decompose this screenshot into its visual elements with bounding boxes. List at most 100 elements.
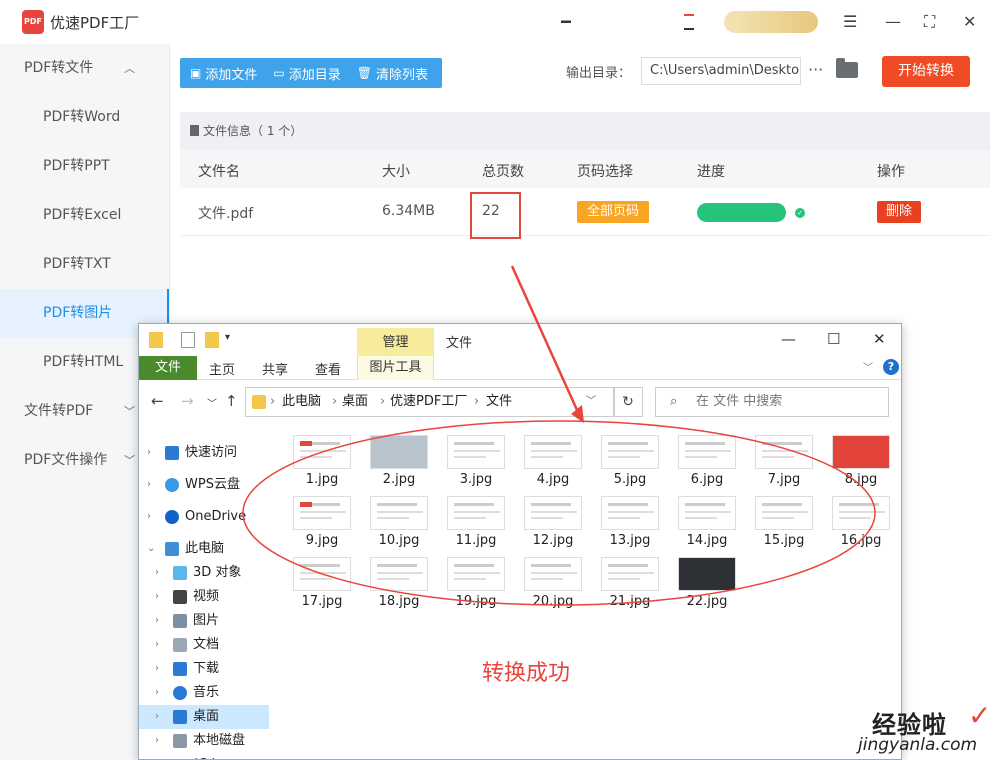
file-name-label[interactable]: 18.jpg [359, 594, 439, 609]
image-thumbnail[interactable] [370, 557, 428, 591]
image-thumbnail[interactable] [755, 496, 813, 530]
file-name-label[interactable]: 3.jpg [436, 472, 516, 487]
account-icon[interactable] [561, 14, 571, 30]
file-name-label[interactable]: 21.jpg [590, 594, 670, 609]
forward-arrow-icon[interactable]: → [181, 392, 194, 410]
start-convert-button[interactable]: 开始转换 [882, 56, 970, 87]
output-path-field[interactable]: C:\Users\admin\Deskto [641, 57, 801, 85]
nav-wps-cloud[interactable]: › WPS云盘 [139, 473, 269, 497]
file-name-label[interactable]: 2.jpg [359, 472, 439, 487]
file-name-label[interactable]: 12.jpg [513, 533, 593, 548]
image-thumbnail[interactable] [678, 557, 736, 591]
file-name-label[interactable]: 10.jpg [359, 533, 439, 548]
minimize-icon[interactable]: — [781, 330, 796, 348]
nav-videos[interactable]: › 视频 [139, 585, 269, 609]
image-thumbnail[interactable] [524, 435, 582, 469]
file-name-label[interactable]: 20.jpg [513, 594, 593, 609]
breadcrumb-file[interactable]: 文件 [486, 388, 512, 416]
add-file-button[interactable]: ▣ 添加文件 [190, 64, 257, 83]
file-name-label[interactable]: 11.jpg [436, 533, 516, 548]
sidebar-item-pdf-to-ppt[interactable]: PDF转PPT [0, 142, 169, 191]
image-thumbnail[interactable] [601, 435, 659, 469]
tab-picture-tools[interactable]: 图片工具 [357, 356, 434, 380]
nav-onedrive[interactable]: › OneDrive [139, 505, 269, 529]
image-thumbnail[interactable] [370, 435, 428, 469]
breadcrumb-this-pc[interactable]: 此电脑 [282, 388, 321, 416]
address-dropdown-icon[interactable]: ﹀ [586, 388, 596, 416]
image-thumbnail[interactable] [601, 557, 659, 591]
nav-documents[interactable]: › 文档 [139, 633, 269, 657]
file-name-label[interactable]: 16.jpg [821, 533, 901, 548]
delete-button[interactable]: 删除 [877, 201, 921, 223]
image-thumbnail[interactable] [447, 496, 505, 530]
image-thumbnail[interactable] [678, 435, 736, 469]
expand-ribbon-icon[interactable]: ﹀ [863, 359, 873, 374]
file-name-label[interactable]: 1.jpg [282, 472, 362, 487]
close-icon[interactable]: ✕ [963, 12, 976, 32]
image-thumbnail[interactable] [293, 557, 351, 591]
add-directory-button[interactable]: ▭ 添加目录 [273, 64, 340, 83]
maximize-icon[interactable]: ☐ [827, 330, 840, 348]
file-name-label[interactable]: 4.jpg [513, 472, 593, 487]
breadcrumb-desktop[interactable]: 桌面 [342, 388, 368, 416]
tab-manage[interactable]: 管理 [357, 328, 434, 356]
nav-music[interactable]: › 音乐 [139, 681, 269, 705]
file-name-label[interactable]: 22.jpg [667, 594, 747, 609]
nav-3d-objects[interactable]: › 3D 对象 [139, 561, 269, 585]
image-thumbnail[interactable] [832, 496, 890, 530]
file-name-label[interactable]: 7.jpg [744, 472, 824, 487]
menu-icon[interactable]: ☰ [843, 12, 857, 32]
tab-file[interactable]: 文件 [139, 356, 197, 380]
tab-share[interactable]: 共享 [262, 359, 288, 378]
more-options-icon[interactable]: ··· [808, 60, 823, 79]
nav-desktop[interactable]: › 桌面 [139, 705, 269, 729]
tab-home[interactable]: 主页 [209, 359, 235, 378]
file-name-label[interactable]: 15.jpg [744, 533, 824, 548]
image-thumbnail[interactable] [755, 435, 813, 469]
image-thumbnail[interactable] [524, 557, 582, 591]
file-name-label[interactable]: 8.jpg [821, 472, 901, 487]
file-name-label[interactable]: 9.jpg [282, 533, 362, 548]
image-thumbnail[interactable] [293, 496, 351, 530]
file-name-label[interactable]: 6.jpg [667, 472, 747, 487]
close-icon[interactable]: ✕ [873, 330, 886, 348]
minimize-icon[interactable]: — [885, 12, 901, 32]
image-thumbnail[interactable] [678, 496, 736, 530]
file-name-label[interactable]: 14.jpg [667, 533, 747, 548]
file-name-label[interactable]: 17.jpg [282, 594, 362, 609]
file-name-label[interactable]: 13.jpg [590, 533, 670, 548]
image-thumbnail[interactable] [832, 435, 890, 469]
back-arrow-icon[interactable]: ← [151, 392, 164, 410]
open-folder-icon[interactable] [836, 58, 858, 78]
up-arrow-icon[interactable]: ↑ [225, 392, 238, 410]
refresh-icon[interactable]: ↻ [613, 387, 643, 417]
page-select-button[interactable]: 全部页码 [577, 201, 649, 223]
image-thumbnail[interactable] [601, 496, 659, 530]
sidebar-item-pdf-to-txt[interactable]: PDF转TXT [0, 240, 169, 289]
vip-badge[interactable] [724, 11, 818, 33]
address-bar[interactable]: › 此电脑 › 桌面 › 优速PDF工厂 › 文件 ﹀ [245, 387, 615, 417]
maximize-icon[interactable]: ⛶ [924, 12, 935, 32]
nav-this-pc[interactable]: ⌄ 此电脑 [139, 537, 269, 561]
nav-pictures[interactable]: › 图片 [139, 609, 269, 633]
image-thumbnail[interactable] [293, 435, 351, 469]
image-thumbnail[interactable] [370, 496, 428, 530]
file-name-label[interactable]: 5.jpg [590, 472, 670, 487]
sidebar-item-pdf-to-excel[interactable]: PDF转Excel [0, 191, 169, 240]
sidebar-item-pdf-to-word[interactable]: PDF转Word [0, 93, 169, 142]
file-name-label[interactable]: 19.jpg [436, 594, 516, 609]
nav-local-disk[interactable]: ›本地磁盘 (C:) [139, 729, 269, 759]
breadcrumb-app-folder[interactable]: 优速PDF工厂 [390, 388, 467, 416]
recent-dropdown-icon[interactable]: ﹀ [207, 395, 217, 410]
properties-icon[interactable] [181, 332, 195, 348]
tab-view[interactable]: 查看 [315, 359, 341, 378]
image-thumbnail[interactable] [524, 496, 582, 530]
new-folder-icon[interactable] [205, 332, 219, 348]
help-icon[interactable]: ? [883, 359, 899, 375]
nav-quick-access[interactable]: › 快速访问 [139, 441, 269, 465]
nav-downloads[interactable]: › 下载 [139, 657, 269, 681]
message-icon[interactable] [684, 14, 694, 30]
search-input[interactable]: ⌕ 在 文件 中搜索 [655, 387, 889, 417]
image-thumbnail[interactable] [447, 435, 505, 469]
sidebar-item-pdf-to-file[interactable]: PDF转文件 ︿ [0, 44, 169, 93]
